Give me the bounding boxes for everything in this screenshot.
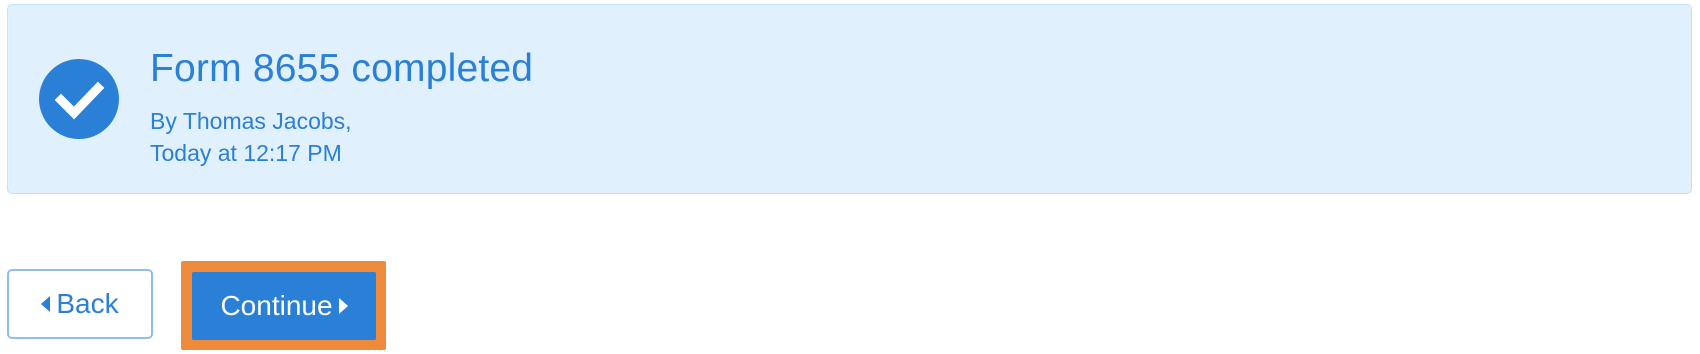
author-line: By Thomas Jacobs, bbox=[150, 108, 352, 134]
back-button-label: Back bbox=[56, 288, 119, 319]
caret-left-icon bbox=[41, 296, 51, 312]
timestamp-line: Today at 12:17 PM bbox=[150, 140, 342, 166]
caret-right-icon bbox=[338, 298, 348, 314]
check-circle-icon bbox=[39, 59, 119, 139]
completion-banner: Form 8655 completed By Thomas Jacobs, To… bbox=[7, 4, 1692, 194]
banner-meta: By Thomas Jacobs, Today at 12:17 PM bbox=[150, 105, 352, 169]
banner-title: Form 8655 completed bbox=[150, 47, 534, 90]
continue-button-label: Continue bbox=[220, 290, 333, 321]
continue-button[interactable]: Continue bbox=[192, 272, 376, 340]
back-button[interactable]: Back bbox=[7, 269, 153, 339]
